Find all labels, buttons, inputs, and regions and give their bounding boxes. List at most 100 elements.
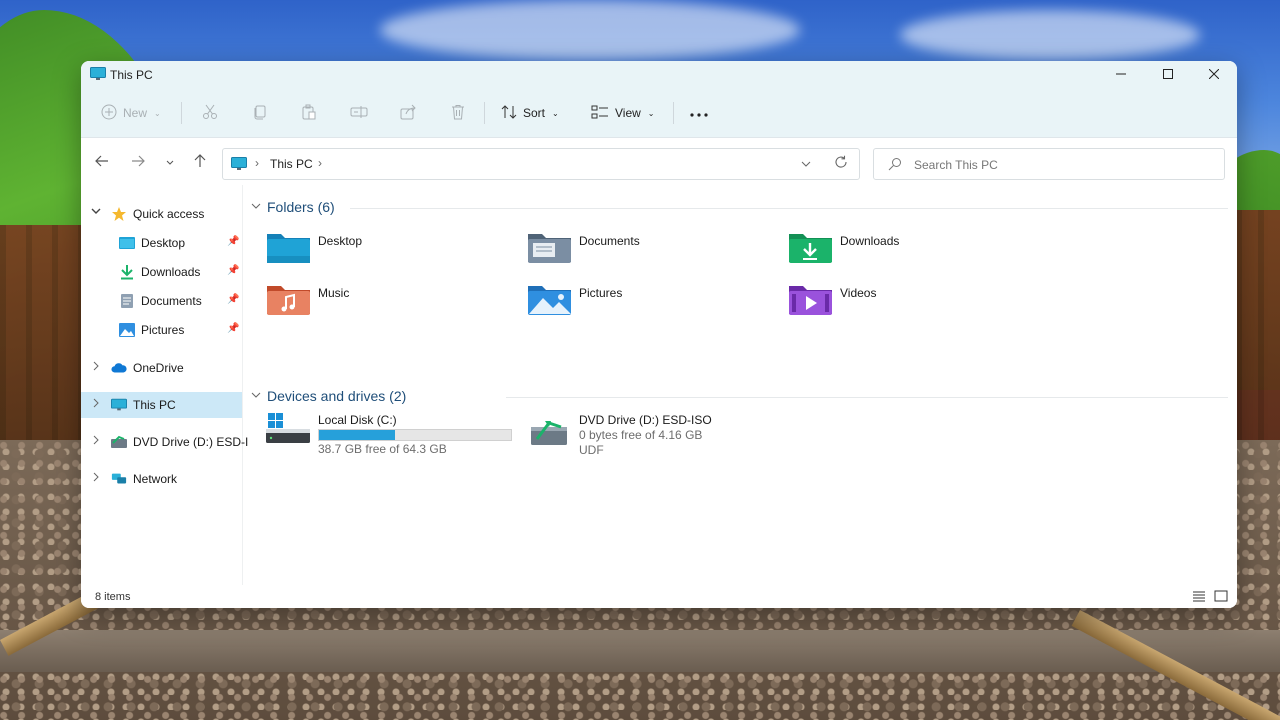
chevron-right-icon[interactable] — [91, 472, 101, 485]
address-bar[interactable]: › This PC › — [222, 148, 860, 180]
cloud-icon — [111, 360, 127, 376]
up-button[interactable] — [188, 150, 212, 174]
videos-folder-icon — [789, 286, 832, 315]
chevron-down-icon — [251, 202, 261, 212]
drive-tile-dvd[interactable]: DVD Drive (D:) ESD-ISO 0 bytes free of 4… — [527, 413, 787, 457]
new-button[interactable]: New ⌄ — [101, 88, 161, 138]
toolbar-divider — [673, 102, 674, 124]
drive-tile-local-disk[interactable]: Local Disk (C:) 38.7 GB free of 64.3 GB — [266, 413, 526, 457]
folders-group-header[interactable]: Folders (6) — [251, 199, 335, 215]
rename-icon — [350, 104, 368, 123]
this-pc-icon — [231, 157, 247, 174]
trash-icon — [450, 104, 466, 123]
documents-folder-icon — [528, 234, 571, 263]
nav-item-onedrive[interactable]: OneDrive — [81, 355, 242, 381]
recent-locations-button[interactable] — [158, 150, 182, 174]
dvd-drive-icon — [531, 421, 567, 445]
folder-label: Downloads — [840, 234, 900, 248]
breadcrumb-separator[interactable]: › — [255, 156, 259, 170]
documents-icon — [119, 293, 135, 309]
rename-button[interactable] — [350, 88, 368, 138]
group-divider — [350, 208, 1228, 209]
nav-label: Pictures — [141, 323, 185, 337]
details-view-icon — [1193, 591, 1205, 602]
folder-tile-videos[interactable]: Videos — [788, 280, 1028, 324]
group-divider — [506, 397, 1228, 398]
chevron-right-icon[interactable] — [91, 435, 101, 448]
breadcrumb-separator[interactable]: › — [318, 156, 322, 170]
nav-item-downloads[interactable]: Downloads 📌 — [81, 259, 242, 285]
details-view-button[interactable] — [1192, 590, 1206, 605]
folder-tile-documents[interactable]: Documents — [527, 228, 767, 272]
drive-usage-bar — [318, 429, 512, 441]
pin-icon[interactable]: 📌 — [227, 323, 239, 334]
nav-item-network[interactable]: Network — [81, 466, 242, 492]
chevron-right-icon[interactable] — [91, 361, 101, 374]
chevron-down-icon: ⌄ — [154, 108, 161, 118]
nav-item-dvd-drive[interactable]: DVD Drive (D:) ESD-I — [81, 429, 248, 455]
view-button[interactable]: View ⌄ — [591, 88, 655, 138]
folder-tile-music[interactable]: Music — [266, 280, 506, 324]
breadcrumb-this-pc[interactable]: This PC — [270, 157, 313, 171]
download-arrow-icon — [119, 264, 135, 280]
nav-item-quick-access[interactable]: Quick access — [81, 201, 242, 227]
folder-tile-downloads[interactable]: Downloads — [788, 228, 1028, 272]
delete-button[interactable] — [450, 88, 466, 138]
pin-icon[interactable]: 📌 — [227, 294, 239, 305]
see-more-button[interactable] — [690, 88, 708, 138]
pin-icon[interactable]: 📌 — [227, 236, 239, 247]
dvd-drive-icon — [111, 434, 127, 450]
wallpaper-sleeper — [0, 630, 1280, 672]
paste-button[interactable] — [301, 88, 317, 138]
search-box[interactable] — [873, 148, 1225, 180]
paste-icon — [301, 104, 317, 123]
folder-label: Music — [318, 286, 350, 300]
drive-usage-fill — [319, 430, 396, 440]
devices-group-header[interactable]: Devices and drives (2) — [251, 388, 406, 404]
nav-item-desktop[interactable]: Desktop 📌 — [81, 230, 242, 256]
folder-label: Desktop — [318, 234, 363, 248]
pin-icon[interactable]: 📌 — [227, 265, 239, 276]
maximize-icon — [1162, 68, 1173, 82]
this-pc-icon — [90, 67, 106, 84]
refresh-button[interactable] — [834, 155, 848, 172]
navigation-pane: Quick access Desktop 📌 Downloads 📌 Docum… — [81, 185, 248, 585]
address-history-button[interactable] — [801, 157, 811, 171]
nav-item-pictures[interactable]: Pictures 📌 — [81, 317, 242, 343]
nav-label: Desktop — [141, 236, 186, 250]
arrow-left-icon — [95, 155, 109, 170]
window-title: This PC — [110, 68, 153, 82]
search-input[interactable] — [914, 156, 1204, 174]
nav-item-this-pc[interactable]: This PC — [81, 392, 242, 418]
back-button[interactable] — [90, 150, 114, 174]
sort-button[interactable]: Sort ⌄ — [501, 88, 559, 138]
drive-free-space: 0 bytes free of 4.16 GB — [579, 428, 703, 442]
file-explorer-window: This PC New ⌄ Sort ⌄ View ⌄ › This PC › … — [81, 61, 1237, 608]
minimize-button[interactable] — [1097, 61, 1144, 88]
tiles-view-button[interactable] — [1214, 590, 1228, 605]
command-bar: New ⌄ Sort ⌄ View ⌄ — [81, 88, 1237, 138]
view-label: View — [615, 106, 641, 120]
forward-button[interactable] — [126, 150, 150, 174]
desktop-folder-icon — [119, 235, 135, 251]
folder-tile-pictures[interactable]: Pictures — [527, 280, 767, 324]
minimize-icon — [1115, 68, 1126, 82]
drive-name: DVD Drive (D:) ESD-ISO — [579, 413, 712, 427]
nav-label: OneDrive — [133, 361, 184, 375]
drive-filesystem: UDF — [579, 443, 604, 457]
close-button[interactable] — [1190, 61, 1237, 88]
cut-button[interactable] — [202, 88, 218, 138]
nav-label: Documents — [141, 294, 202, 308]
copy-button[interactable] — [252, 88, 268, 138]
chevron-right-icon[interactable] — [91, 398, 101, 411]
chevron-down-icon[interactable] — [91, 207, 101, 218]
more-icon — [690, 106, 708, 120]
nav-label: This PC — [133, 398, 176, 412]
share-button[interactable] — [400, 88, 416, 138]
nav-item-documents[interactable]: Documents 📌 — [81, 288, 242, 314]
maximize-button[interactable] — [1144, 61, 1191, 88]
pictures-icon — [119, 322, 135, 338]
title-bar[interactable]: This PC — [81, 61, 1237, 88]
this-pc-icon — [111, 397, 127, 413]
folder-tile-desktop[interactable]: Desktop — [266, 228, 506, 272]
